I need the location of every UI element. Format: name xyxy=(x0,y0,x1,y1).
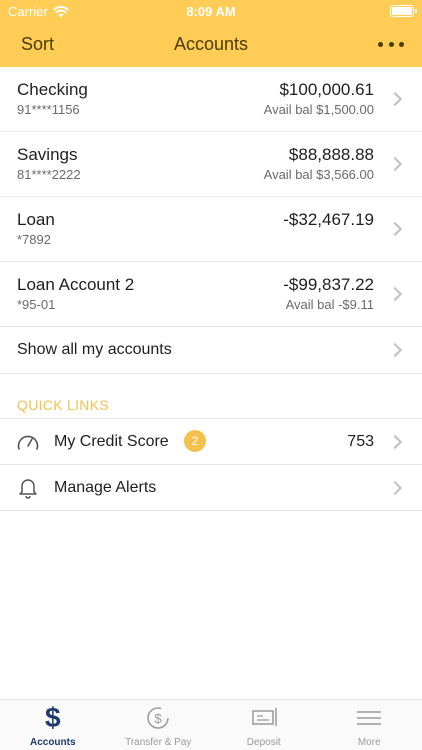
credit-score-link[interactable]: My Credit Score 2 753 xyxy=(0,419,422,465)
tab-accounts[interactable]: $ Accounts xyxy=(0,700,106,750)
show-all-accounts-button[interactable]: Show all my accounts xyxy=(0,327,422,374)
page-title: Accounts xyxy=(173,34,249,54)
svg-text:$: $ xyxy=(155,711,163,726)
more-options-icon[interactable] xyxy=(378,32,404,56)
chevron-right-icon xyxy=(387,156,403,172)
transfer-icon: $ xyxy=(147,707,169,729)
tab-label: Accounts xyxy=(29,737,76,748)
status-time: 8:09 AM xyxy=(186,4,236,19)
dollar-icon: $ xyxy=(44,702,61,733)
chevron-right-icon xyxy=(387,342,403,358)
menu-icon xyxy=(357,711,382,725)
status-bar: Carrier 8:09 AM xyxy=(0,0,422,24)
tab-label: Deposit xyxy=(246,737,281,748)
account-balance: -$32,467.19 xyxy=(283,210,374,229)
chevron-right-icon xyxy=(387,434,403,450)
credit-score-value: 753 xyxy=(347,433,374,450)
account-number: 81****2222 xyxy=(17,167,81,182)
chevron-right-icon xyxy=(387,480,403,496)
account-name: Savings xyxy=(17,145,78,164)
app-header: Carrier 8:09 AM Sort Accounts xyxy=(0,0,422,67)
account-balance: $100,000.61 xyxy=(279,80,374,99)
account-name: Loan xyxy=(17,210,55,229)
sort-button[interactable]: Sort xyxy=(21,34,54,55)
account-number: 91****1156 xyxy=(17,102,80,117)
check-deposit-icon xyxy=(252,708,277,726)
account-available: Avail bal -$9.11 xyxy=(285,297,374,312)
account-row-checking[interactable]: Checking 91****1156 $100,000.61 Avail ba… xyxy=(0,67,422,132)
chevron-right-icon xyxy=(387,91,403,107)
tab-bar: $ Accounts $ Transfer & Pay Deposit More xyxy=(0,699,422,750)
account-name: Checking xyxy=(17,80,88,99)
quick-links-section: QUICK LINKS xyxy=(0,374,422,419)
tab-label: Transfer & Pay xyxy=(125,737,192,748)
account-balance: -$99,837.22 xyxy=(283,275,374,294)
tab-more[interactable]: More xyxy=(317,700,422,750)
speedometer-icon xyxy=(17,435,39,450)
notification-badge: 2 xyxy=(184,430,206,452)
battery-icon xyxy=(390,5,417,17)
account-row-loan[interactable]: Loan *7892 -$32,467.19 xyxy=(0,197,422,262)
quick-links-header: QUICK LINKS xyxy=(17,397,109,413)
account-number: *95-01 xyxy=(17,297,56,312)
accounts-list: Checking 91****1156 $100,000.61 Avail ba… xyxy=(0,67,422,511)
tab-label: More xyxy=(357,737,381,748)
chevron-right-icon xyxy=(387,221,403,237)
credit-score-label: My Credit Score xyxy=(54,433,169,450)
nav-bar: Sort Accounts xyxy=(0,24,422,67)
account-available: Avail bal $1,500.00 xyxy=(263,102,374,117)
manage-alerts-label: Manage Alerts xyxy=(54,479,157,496)
account-name: Loan Account 2 xyxy=(17,275,135,294)
account-balance: $88,888.88 xyxy=(288,145,374,164)
tab-deposit[interactable]: Deposit xyxy=(211,700,317,750)
chevron-right-icon xyxy=(387,286,403,302)
account-row-savings[interactable]: Savings 81****2222 $88,888.88 Avail bal … xyxy=(0,132,422,197)
bell-icon xyxy=(19,479,37,499)
account-number: *7892 xyxy=(17,232,51,247)
manage-alerts-link[interactable]: Manage Alerts xyxy=(0,465,422,511)
account-available: Avail bal $3,566.00 xyxy=(263,167,374,182)
show-all-label: Show all my accounts xyxy=(17,341,172,358)
account-row-loan-2[interactable]: Loan Account 2 *95-01 -$99,837.22 Avail … xyxy=(0,262,422,327)
tab-transfer-pay[interactable]: $ Transfer & Pay xyxy=(106,700,212,750)
